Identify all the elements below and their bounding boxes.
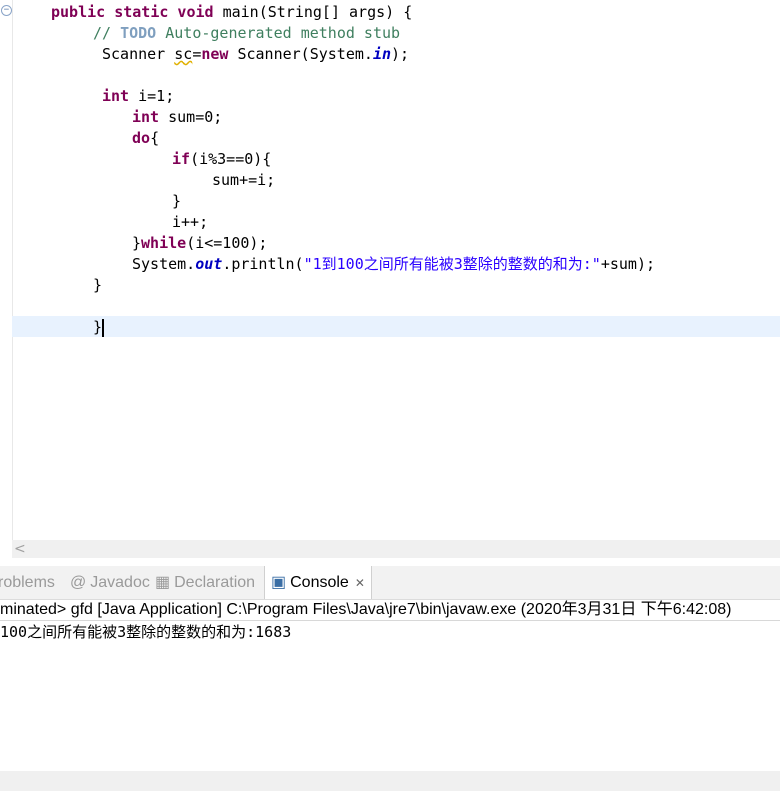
code-text: main(String[] args) { [213,3,413,21]
tab-console-label: Console [290,574,349,591]
code-text: .println( [222,255,304,273]
tab-console[interactable]: ▣ Console ✕ [264,566,372,599]
code-line-2: // TODO Auto-generated method stub [93,23,400,44]
keyword: new [201,45,229,63]
code-line-14: } [93,276,103,294]
editor-gutter: − [0,0,13,540]
keyword: int [102,87,130,105]
tab-problems[interactable]: roblems [0,566,55,599]
code-text: i=1; [129,87,175,105]
code-text: } [132,234,142,252]
code-line-11: i++; [172,213,209,231]
code-text: (i%3==0){ [190,150,272,168]
horizontal-scrollbar[interactable]: < [12,540,780,558]
code-text: +sum); [600,255,656,273]
code-text: sum=0; [159,108,223,126]
code-text: { [150,129,160,147]
current-line-highlight [12,316,780,337]
keyword: public static void [51,3,214,21]
code-line-8: if(i%3==0){ [172,149,271,170]
warning-variable: sc [174,45,193,63]
text-caret [102,318,105,337]
code-editor[interactable]: − public static void main(String[] args)… [0,0,780,540]
code-line-1: public static void main(String[] args) { [51,2,412,23]
tab-problems-label: roblems [0,574,55,591]
tab-declaration[interactable]: ▦ Declaration [155,566,255,599]
code-line-3: Scanner sc=new Scanner(System.in); [102,44,409,65]
keyword: int [132,108,160,126]
keyword: do [132,129,151,147]
code-text: Scanner(System. [228,45,373,63]
code-line-7: do{ [132,128,159,149]
code-text: Scanner [102,45,175,63]
todo-tag: TODO [120,24,157,42]
code-line-13: System.out.println("1到100之间所有能被3整除的整数的和为… [132,254,655,275]
static-field: out [195,255,223,273]
code-text: System. [132,255,196,273]
close-icon[interactable]: ✕ [355,576,365,590]
console-status: minated> gfd [Java Application] C:\Progr… [0,599,780,621]
code-line-9: sum+=i; [212,171,276,189]
console-output: 100之间所有能被3整除的整数的和为:1683 [0,623,292,641]
code-text: ); [391,45,410,63]
code-text: } [93,318,103,336]
code-text: = [192,45,202,63]
fold-toggle-icon[interactable]: − [1,5,12,16]
at-icon: @ [70,574,87,591]
tab-declaration-label: Declaration [174,574,256,591]
string-literal: "1到100之间所有能被3整除的整数的和为:" [303,255,601,273]
tab-javadoc-label: Javadoc [90,574,150,591]
static-field: in [372,45,391,63]
tab-javadoc[interactable]: @ Javadoc [70,566,150,599]
code-line-12: }while(i<=100); [132,233,267,254]
code-text: (i<=100); [186,234,268,252]
console-icon: ▣ [271,574,287,591]
scroll-left-icon[interactable]: < [14,540,26,558]
comment: // [93,24,121,42]
code-line-10: } [172,192,182,210]
keyword: if [172,150,191,168]
view-tabs: roblems @ Javadoc ▦ Declaration ▣ Console ✕ [0,566,780,600]
bottom-scrollbar[interactable] [0,771,780,791]
comment: Auto-generated method stub [156,24,401,42]
declaration-icon: ▦ [155,574,171,591]
code-line-16: } [93,317,105,338]
keyword: while [141,234,187,252]
code-line-5: int i=1; [102,86,174,107]
code-line-6: int sum=0; [132,107,222,128]
